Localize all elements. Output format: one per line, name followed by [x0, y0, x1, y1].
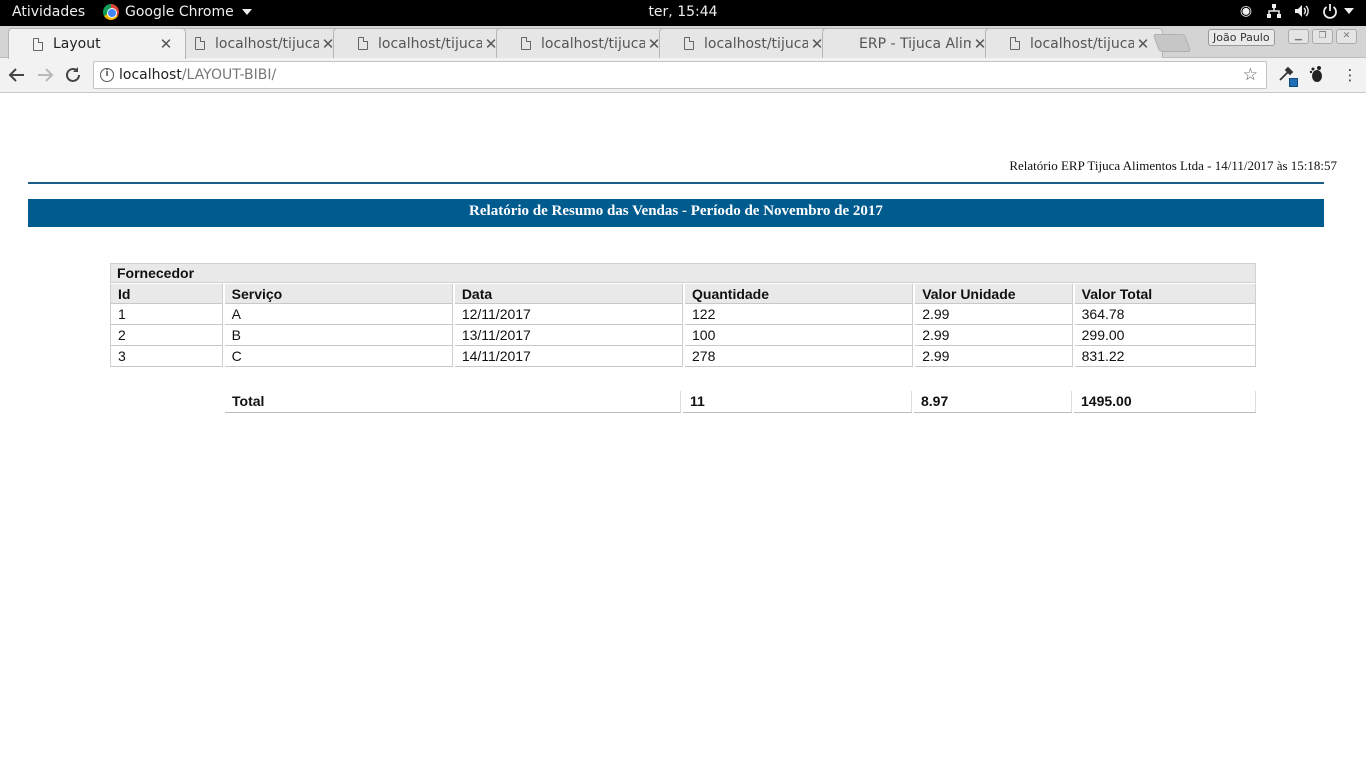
maximize-icon[interactable]: ❐	[1312, 29, 1333, 44]
cell-valor-unidade: 2.99	[915, 346, 1073, 367]
back-arrow-icon[interactable]	[6, 64, 28, 86]
table-row: 2 B 13/11/2017 100 2.99 299.00	[110, 325, 1256, 346]
app-menu[interactable]: Google Chrome	[103, 4, 252, 20]
eyedropper-extension-icon[interactable]	[1276, 65, 1298, 87]
divider	[28, 182, 1324, 184]
tab-title: Layout	[53, 36, 101, 52]
bookmark-star-icon[interactable]: ☆	[1243, 65, 1258, 85]
url-text[interactable]: localhost/LAYOUT-BIBI/	[119, 67, 276, 83]
app-menu-label: Google Chrome	[125, 4, 234, 20]
tab-title: localhost/tijuca	[215, 35, 319, 52]
tab-localhost-tijuca[interactable]: localhost/tijuca ✕	[985, 28, 1163, 58]
close-icon[interactable]: ✕	[1134, 35, 1152, 53]
activities-button[interactable]: Atividades	[12, 4, 85, 20]
cell-data: 13/11/2017	[454, 325, 683, 346]
tab-strip: Layout ✕ localhost/tijuca ✕ localhost/ti…	[0, 26, 1366, 59]
network-icon[interactable]	[1266, 3, 1282, 19]
report-meta: Relatório ERP Tijuca Alimentos Ltda - 14…	[1009, 158, 1337, 173]
browser-toolbar: i localhost/LAYOUT-BIBI/ ☆ ⋮	[0, 58, 1366, 93]
cell-id: 1	[110, 304, 223, 325]
close-icon[interactable]: ✕	[1336, 29, 1357, 44]
total-row: Total 11 8.97 1495.00	[110, 391, 1256, 413]
tab-title: localhost/tijuca	[1030, 35, 1134, 52]
total-valor-total: 1495.00	[1074, 391, 1256, 413]
close-icon[interactable]: ✕	[157, 35, 175, 53]
cell-id: 3	[110, 346, 223, 367]
cell-servico: A	[224, 304, 453, 325]
column-header: Valor Unidade	[915, 283, 1073, 304]
new-tab-button[interactable]	[1152, 34, 1192, 52]
page-icon	[358, 37, 368, 50]
minimize-icon[interactable]: ▁	[1288, 29, 1309, 44]
total-valor-unidade: 8.97	[914, 391, 1072, 413]
chevron-down-icon	[241, 9, 252, 15]
column-header: Data	[454, 283, 683, 304]
cell-data: 14/11/2017	[454, 346, 683, 367]
cell-servico: C	[224, 346, 453, 367]
column-header: Valor Total	[1074, 283, 1256, 304]
window-controls: ▁ ❐ ✕	[1288, 29, 1357, 44]
power-menu[interactable]	[1322, 3, 1354, 19]
total-quantidade: 11	[683, 391, 912, 413]
page-icon	[684, 37, 694, 50]
report-table: Fornecedor Id Serviço Data Quantidade Va…	[110, 263, 1256, 413]
extension-badge	[1289, 78, 1298, 87]
more-vertical-icon[interactable]: ⋮	[1340, 65, 1360, 85]
system-top-bar: Atividades Google Chrome ter, 15:44 ◉	[0, 0, 1366, 26]
column-header: Quantidade	[685, 283, 914, 304]
tab-layout[interactable]: Layout ✕	[8, 28, 186, 59]
gnome-extension-icon[interactable]	[1306, 65, 1326, 85]
tab-title: localhost/tijuca	[541, 35, 645, 52]
tab-localhost-tijuca[interactable]: localhost/tijuca ✕	[170, 28, 348, 58]
page-icon	[1010, 37, 1020, 50]
cell-servico: B	[224, 325, 453, 346]
tab-title: localhost/tijuca	[378, 35, 482, 52]
chevron-down-icon	[1344, 8, 1354, 14]
group-header: Fornecedor	[110, 263, 1256, 283]
tab-localhost-tijuca[interactable]: localhost/tijuca ✕	[659, 28, 837, 58]
cell-quantidade: 278	[685, 346, 914, 367]
report-title: Relatório de Resumo das Vendas - Período…	[28, 199, 1324, 227]
reload-icon[interactable]	[62, 64, 84, 86]
tab-title: localhost/tijuca	[704, 35, 808, 52]
tab-erp-tijuca[interactable]: ERP - Tijuca Alim ✕	[822, 28, 1000, 58]
table-header-row: Id Serviço Data Quantidade Valor Unidade…	[110, 283, 1256, 304]
page-icon	[195, 37, 205, 50]
page-icon	[521, 37, 531, 50]
column-header: Id	[110, 283, 223, 304]
address-bar[interactable]: i localhost/LAYOUT-BIBI/ ☆	[93, 61, 1267, 89]
system-tray[interactable]: ◉	[1238, 3, 1354, 19]
cell-valor-total: 831.22	[1074, 346, 1256, 367]
info-icon[interactable]: i	[100, 68, 114, 82]
table-row: 3 C 14/11/2017 278 2.99 831.22	[110, 346, 1256, 367]
page-icon	[33, 37, 43, 51]
power-icon	[1322, 3, 1338, 19]
tab-title: ERP - Tijuca Alim	[859, 35, 971, 52]
cell-valor-total: 299.00	[1074, 325, 1256, 346]
total-label: Total	[225, 391, 681, 413]
volume-icon[interactable]	[1294, 3, 1310, 19]
cell-quantidade: 122	[685, 304, 914, 325]
url-host: localhost	[119, 67, 182, 83]
tab-localhost-tijuca[interactable]: localhost/tijuca ✕	[496, 28, 674, 58]
forward-arrow-icon[interactable]	[34, 64, 56, 86]
column-header: Serviço	[224, 283, 453, 304]
url-path: /LAYOUT-BIBI/	[181, 67, 277, 83]
chrome-logo-icon	[103, 4, 119, 20]
total-spacer	[110, 391, 225, 413]
page-content: Relatório ERP Tijuca Alimentos Ltda - 14…	[0, 94, 1366, 768]
accessibility-icon[interactable]: ◉	[1238, 3, 1254, 19]
cell-quantidade: 100	[685, 325, 914, 346]
table-row: 1 A 12/11/2017 122 2.99 364.78	[110, 304, 1256, 325]
tab-localhost-tijuca[interactable]: localhost/tijuca ✕	[333, 28, 511, 58]
cell-valor-unidade: 2.99	[915, 325, 1073, 346]
cell-valor-total: 364.78	[1074, 304, 1256, 325]
cell-valor-unidade: 2.99	[915, 304, 1073, 325]
cell-id: 2	[110, 325, 223, 346]
profile-button[interactable]: João Paulo	[1208, 29, 1275, 46]
cell-data: 12/11/2017	[454, 304, 683, 325]
